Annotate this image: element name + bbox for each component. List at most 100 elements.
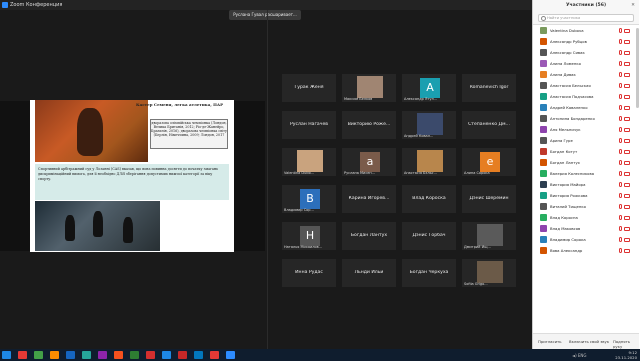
system-clock[interactable]: 9:12 23.11.2020 bbox=[615, 350, 637, 360]
mic-muted-icon bbox=[619, 105, 622, 110]
tile-caption: Андрей Ковал... bbox=[404, 134, 434, 138]
splitter[interactable] bbox=[267, 10, 268, 350]
participant-row[interactable]: Анастасия Подчасова bbox=[533, 91, 639, 102]
video-tile[interactable]: Руслан Нагачев bbox=[281, 110, 337, 140]
participant-name: Александр Рубцов bbox=[550, 39, 587, 44]
video-tile[interactable]: Богдан Черкуха bbox=[401, 258, 457, 288]
video-tile[interactable]: B Владимир Сор... bbox=[281, 184, 337, 214]
excel-icon[interactable] bbox=[130, 351, 139, 359]
app-icon[interactable] bbox=[82, 351, 91, 359]
close-icon[interactable]: ✕ bbox=[631, 3, 635, 8]
opera-icon[interactable] bbox=[146, 351, 155, 359]
participant-row[interactable]: Андрей Коваленко bbox=[533, 102, 639, 113]
participant-row[interactable]: Виктория Майора bbox=[533, 179, 639, 190]
participant-row[interactable]: Аня Мельничук bbox=[533, 124, 639, 135]
video-tile[interactable]: Максим Белков bbox=[341, 73, 397, 103]
video-tile[interactable]: Анастасія Бєльс... bbox=[401, 147, 457, 177]
participant-name: Богдан Котут bbox=[550, 149, 578, 154]
word-icon[interactable] bbox=[162, 351, 171, 359]
video-tile[interactable]: e Алина Сорока bbox=[461, 147, 517, 177]
video-tile[interactable]: A Александр Ятул... bbox=[401, 73, 457, 103]
participants-panel: Участники (56) ✕ Найти участника Valenti… bbox=[532, 0, 640, 350]
participant-row[interactable]: Влад Маковсов bbox=[533, 223, 639, 234]
tile-name: Степаненко Дм... bbox=[468, 122, 510, 127]
participant-name: Валерия Колесникова bbox=[550, 171, 595, 176]
participant-row[interactable]: Александр Рубцов bbox=[533, 36, 639, 47]
browser-icon[interactable] bbox=[66, 351, 75, 359]
video-tile[interactable]: Дэнис Шеремин bbox=[461, 184, 517, 214]
video-tile[interactable]: Андрей Ковал... bbox=[401, 110, 457, 140]
app-icon[interactable] bbox=[98, 351, 107, 359]
video-tile[interactable]: Дмитрий Ищ... bbox=[461, 221, 517, 251]
participant-name: Антонина Бондаренко bbox=[550, 116, 595, 121]
participant-name: Виктория Майора bbox=[550, 182, 586, 187]
app-icon[interactable] bbox=[210, 351, 219, 359]
participant-name: Владимир Сорока bbox=[550, 237, 586, 242]
mic-muted-icon bbox=[619, 61, 622, 66]
participant-video bbox=[477, 261, 503, 283]
avatar: H bbox=[300, 226, 320, 246]
slide-text-box: Спортивний арбітражний суд у Лозанні (CA… bbox=[35, 164, 229, 200]
participant-row[interactable]: Алина Ломенко bbox=[533, 58, 639, 69]
participants-footer: Пригласить Включить свой звук Поднять ру… bbox=[533, 333, 639, 350]
participant-row[interactable]: Виталий Тищенко bbox=[533, 201, 639, 212]
participants-scrollbar[interactable] bbox=[636, 28, 639, 108]
participant-row[interactable]: Вова Александр bbox=[533, 245, 639, 256]
tile-caption: Алина Сорока bbox=[464, 171, 490, 175]
camera-off-icon bbox=[624, 238, 630, 242]
zoom-taskbar-icon[interactable] bbox=[226, 351, 235, 359]
participant-row[interactable]: Valentina Dubova bbox=[533, 25, 639, 36]
mic-muted-icon bbox=[619, 226, 622, 231]
video-tile[interactable]: Карина Игорев... bbox=[341, 184, 397, 214]
video-tile[interactable]: a Руслана Мисен... bbox=[341, 147, 397, 177]
unmute-all-button[interactable]: Включить свой звук bbox=[569, 339, 609, 344]
participant-row[interactable]: Валерия Колесникова bbox=[533, 168, 639, 179]
avatar: e bbox=[480, 152, 500, 172]
video-tile[interactable]: H Наталья Михаилов... bbox=[281, 221, 337, 251]
raise-hand-button[interactable]: Поднять руку bbox=[613, 339, 639, 349]
video-tile[interactable]: Викторию Роже... bbox=[341, 110, 397, 140]
camera-off-icon bbox=[624, 227, 630, 231]
app-icon[interactable] bbox=[18, 351, 27, 359]
participant-row[interactable]: Богдан Лантух bbox=[533, 157, 639, 168]
participant-avatar bbox=[540, 71, 547, 78]
explorer-icon[interactable] bbox=[50, 351, 59, 359]
window-titlebar: Zoom Конференция bbox=[0, 0, 532, 10]
video-tile[interactable]: Богдан Лантух bbox=[341, 221, 397, 251]
mic-muted-icon bbox=[619, 248, 622, 253]
pdf-icon[interactable] bbox=[178, 351, 187, 359]
video-tile[interactable]: Гурак Женя bbox=[281, 73, 337, 103]
video-tile[interactable]: Льнди Ильи bbox=[341, 258, 397, 288]
video-tile[interactable]: Sofiia Grigo... bbox=[461, 258, 517, 288]
participant-row[interactable]: Алина Дивак bbox=[533, 69, 639, 80]
video-tile[interactable]: Инна Рудас bbox=[281, 258, 337, 288]
invite-button[interactable]: Пригласить bbox=[538, 339, 562, 344]
participant-row[interactable]: Влад Коросна bbox=[533, 212, 639, 223]
zoom-app-icon bbox=[2, 2, 8, 8]
start-icon[interactable] bbox=[2, 351, 11, 359]
participant-row[interactable]: Богдан Котут bbox=[533, 146, 639, 157]
participant-avatar bbox=[540, 148, 547, 155]
tile-name: Дэнис Горбач bbox=[412, 233, 446, 238]
participant-row[interactable]: Антонина Бондаренко bbox=[533, 113, 639, 124]
video-tile[interactable]: Romanevich Igor bbox=[461, 73, 517, 103]
participant-name: Анастасия Подчасова bbox=[550, 94, 594, 99]
app-icon[interactable] bbox=[34, 351, 43, 359]
participant-search-input[interactable]: Найти участника bbox=[538, 14, 634, 22]
video-tile[interactable]: Степаненко Дм... bbox=[461, 110, 517, 140]
video-tile[interactable]: Дэнис Горбач bbox=[401, 221, 457, 251]
participant-row[interactable]: Анастасия Бельская bbox=[533, 80, 639, 91]
participant-row[interactable]: Владимир Сорока bbox=[533, 234, 639, 245]
video-tile[interactable]: Влад Короска bbox=[401, 184, 457, 214]
screen-share-banner[interactable]: Руслана Гувал расшаривает... bbox=[229, 10, 301, 20]
mic-muted-icon bbox=[619, 116, 622, 121]
mic-muted-icon bbox=[619, 28, 622, 33]
tray-language[interactable]: ◄) ENG bbox=[572, 353, 587, 358]
participant-row[interactable]: Виктория Рожкова bbox=[533, 190, 639, 201]
video-tile[interactable]: Valentina Dubo... bbox=[281, 147, 337, 177]
powerpoint-icon[interactable] bbox=[114, 351, 123, 359]
participant-video bbox=[357, 76, 383, 98]
app-icon[interactable] bbox=[194, 351, 203, 359]
participant-row[interactable]: Арина Гуре bbox=[533, 135, 639, 146]
participant-row[interactable]: Александр Сивак bbox=[533, 47, 639, 58]
